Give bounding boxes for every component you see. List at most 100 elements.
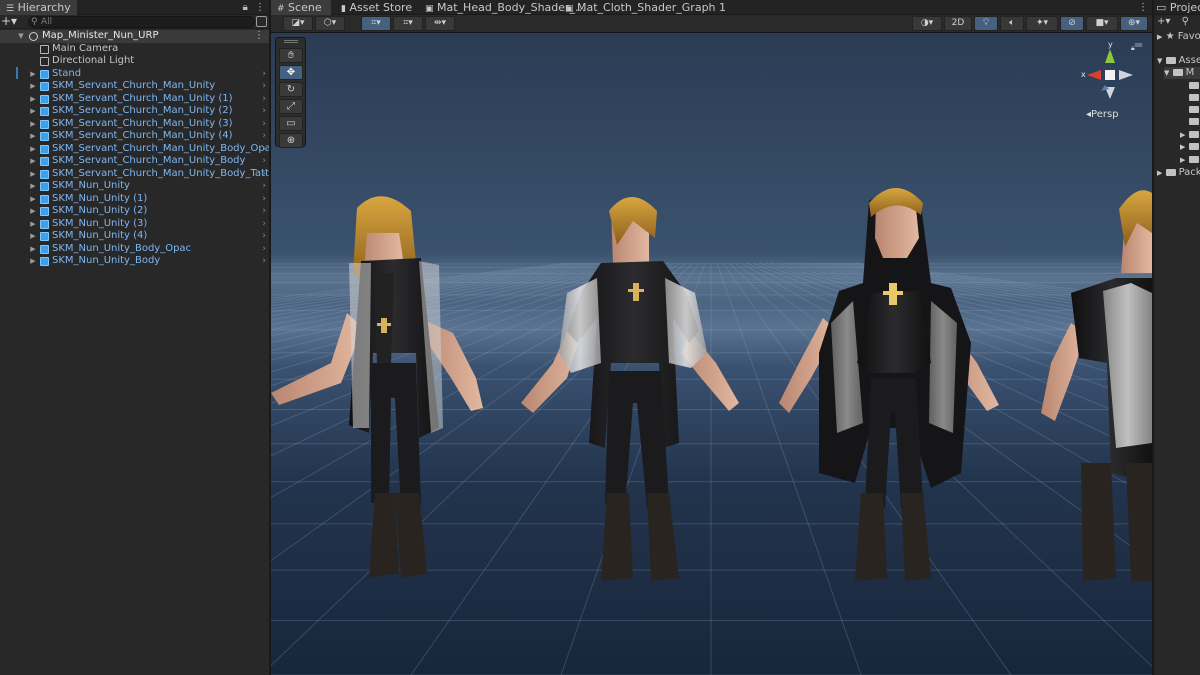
expand-arrow-icon[interactable]: ▶ xyxy=(28,230,38,243)
draw-mode-dropdown[interactable]: ◪▾ xyxy=(283,16,313,31)
open-prefab-chevron-icon[interactable]: › xyxy=(262,168,266,181)
hierarchy-prefab-row[interactable]: ▶ SKM_Nun_Unity (3) › xyxy=(0,218,269,231)
transform-tool-button[interactable]: ⊕ xyxy=(279,133,303,148)
kebab-menu-icon[interactable]: ⋮ xyxy=(1138,2,1148,13)
scene-viewport[interactable]: ✋︎ ✥ ↻ ⤢ ▭ ⊕ ═ y x 🔒︎ ◂Persp xyxy=(271,33,1152,675)
hierarchy-search-input[interactable]: ⚲ All xyxy=(28,16,255,28)
hierarchy-prefab-row[interactable]: ▶ SKM_Nun_Unity_Body › xyxy=(0,255,269,268)
expand-arrow-icon[interactable]: ▶ xyxy=(28,168,38,181)
expand-arrow-icon[interactable]: ▶ xyxy=(28,143,38,156)
open-prefab-chevron-icon[interactable]: › xyxy=(262,230,266,243)
create-dropdown-button[interactable]: +▾ xyxy=(1,15,17,29)
subfolder-row[interactable] xyxy=(1189,92,1200,104)
selected-folder-row[interactable]: ▼ M xyxy=(1164,67,1200,79)
effects-dropdown[interactable]: ✦▾ xyxy=(1026,16,1058,31)
expand-arrow-icon[interactable]: ▶ xyxy=(1157,169,1162,177)
hierarchy-prefab-row[interactable]: ▶ SKM_Nun_Unity (4) › xyxy=(0,230,269,243)
open-prefab-chevron-icon[interactable]: › xyxy=(262,243,266,256)
hierarchy-prefab-row[interactable]: ▶ SKM_Servant_Church_Man_Unity (2) › xyxy=(0,105,269,118)
tab-mat-cloth[interactable]: ▣ Mat_Cloth_Shader_Graph 1 xyxy=(559,0,732,15)
render-mode-dropdown[interactable]: ⬡▾ xyxy=(315,16,345,31)
open-prefab-chevron-icon[interactable]: › xyxy=(262,218,266,231)
expand-arrow-icon[interactable]: ▶ xyxy=(1180,131,1185,139)
projection-toggle[interactable]: ◂Persp xyxy=(1086,109,1119,120)
open-prefab-chevron-icon[interactable]: › xyxy=(262,105,266,118)
mode-2d-toggle[interactable]: 2D xyxy=(944,16,972,31)
character-nun[interactable] xyxy=(779,188,999,581)
hierarchy-prefab-row[interactable]: ▶ SKM_Nun_Unity (1) › xyxy=(0,193,269,206)
scene-menu-icon[interactable]: ⋮ xyxy=(254,30,264,43)
open-prefab-chevron-icon[interactable]: › xyxy=(262,143,266,156)
move-tool-button[interactable]: ✥ xyxy=(279,65,303,80)
expand-arrow-icon[interactable]: ▶ xyxy=(28,243,38,256)
scene-root-row[interactable]: ▼ Map_Minister_Nun_URP ⋮ xyxy=(0,30,269,43)
subfolder-row[interactable]: ▶ xyxy=(1180,141,1200,153)
character-servant-sleeveless[interactable] xyxy=(271,196,483,578)
project-create-button[interactable]: +▾ ⚲ xyxy=(1157,16,1189,28)
expand-arrow-icon[interactable]: ▶ xyxy=(28,130,38,143)
expand-arrow-icon[interactable]: ▶ xyxy=(28,93,38,106)
gizmo-y-cone[interactable] xyxy=(1105,49,1115,63)
expand-arrow-icon[interactable]: ▶ xyxy=(28,80,38,93)
expand-arrow-icon[interactable]: ▶ xyxy=(1180,143,1185,151)
open-prefab-chevron-icon[interactable]: › xyxy=(262,93,266,106)
hierarchy-prefab-row[interactable]: ▶ Stand › xyxy=(0,68,269,81)
open-prefab-chevron-icon[interactable]: › xyxy=(262,80,266,93)
expand-arrow-icon[interactable]: ▶ xyxy=(28,193,38,206)
orientation-dropdown[interactable]: ⇹▾ xyxy=(425,16,455,31)
subfolder-row[interactable] xyxy=(1189,116,1200,128)
hierarchy-prefab-row[interactable]: ▶ SKM_Servant_Church_Man_Unity_Body › xyxy=(0,155,269,168)
tab-asset-store[interactable]: ▮ Asset Store xyxy=(335,0,418,15)
expand-arrow-icon[interactable]: ▼ xyxy=(1164,69,1169,77)
hierarchy-prefab-row[interactable]: ▶ SKM_Nun_Unity › xyxy=(0,180,269,193)
hierarchy-prefab-row[interactable]: ▶ SKM_Nun_Unity_Body_Opac › xyxy=(0,243,269,256)
hand-tool-button[interactable]: ✋︎ xyxy=(279,48,303,63)
tab-hierarchy[interactable]: ☰ Hierarchy xyxy=(0,0,77,15)
packages-row[interactable]: ▶ Pack xyxy=(1157,167,1200,179)
expand-arrow-icon[interactable]: ▶ xyxy=(1180,156,1185,164)
scale-tool-button[interactable]: ⤢ xyxy=(279,99,303,114)
hierarchy-prefab-row[interactable]: ▶ SKM_Servant_Church_Man_Unity_Body_Tatto… xyxy=(0,168,269,181)
lighting-toggle[interactable]: 💡︎ xyxy=(974,16,998,31)
rect-tool-button[interactable]: ▭ xyxy=(279,116,303,131)
hierarchy-prefab-row[interactable]: ▶ SKM_Servant_Church_Man_Unity (4) › xyxy=(0,130,269,143)
expand-arrow-icon[interactable]: ▶ xyxy=(28,205,38,218)
gizmo-neg-x-cone[interactable] xyxy=(1119,70,1133,80)
hierarchy-prefab-row[interactable]: ▶ SKM_Servant_Church_Man_Unity (3) › xyxy=(0,118,269,131)
subfolder-row[interactable] xyxy=(1189,80,1200,92)
search-options-icon[interactable] xyxy=(256,16,267,27)
open-prefab-chevron-icon[interactable]: › xyxy=(262,155,266,168)
hierarchy-prefab-row[interactable]: ▶ SKM_Servant_Church_Man_Unity_Body_Opac › xyxy=(0,143,269,156)
open-prefab-chevron-icon[interactable]: › xyxy=(262,118,266,131)
expand-arrow-icon[interactable]: ▶ xyxy=(1157,33,1162,41)
expand-arrow-icon[interactable]: ▶ xyxy=(28,180,38,193)
rotate-tool-button[interactable]: ↻ xyxy=(279,82,303,97)
gizmo-x-cone[interactable] xyxy=(1087,70,1101,80)
grid-snap-toggle[interactable]: ⌗▾ xyxy=(361,16,391,31)
lock-icon[interactable]: 🔒︎ xyxy=(242,2,247,13)
subfolder-row[interactable]: ▶ xyxy=(1180,129,1200,141)
expand-arrow-icon[interactable]: ▶ xyxy=(28,218,38,231)
palette-grip-icon[interactable] xyxy=(284,40,298,43)
expand-arrow-icon[interactable]: ▼ xyxy=(1157,57,1162,65)
expand-arrow-icon[interactable]: ▶ xyxy=(28,68,38,81)
scene-orientation-gizmo[interactable]: y x 🔒︎ xyxy=(1079,41,1141,111)
character-servant-tabard[interactable] xyxy=(1041,190,1152,581)
gizmo-lock-icon[interactable]: 🔒︎ xyxy=(1131,44,1135,52)
tab-project[interactable]: ▭ Project xyxy=(1154,0,1200,15)
expand-arrow-icon[interactable]: ▶ xyxy=(28,155,38,168)
gizmo-center-cube[interactable] xyxy=(1105,70,1115,80)
subfolder-row[interactable] xyxy=(1189,104,1200,116)
open-prefab-chevron-icon[interactable]: › xyxy=(262,130,266,143)
expand-arrow-icon[interactable]: ▶ xyxy=(28,105,38,118)
hierarchy-prefab-row[interactable]: ▶ SKM_Servant_Church_Man_Unity › xyxy=(0,80,269,93)
tab-scene[interactable]: # Scene xyxy=(271,0,331,15)
expand-arrow-icon[interactable]: ▼ xyxy=(16,30,26,43)
audio-toggle[interactable]: 🔈︎ xyxy=(1000,16,1024,31)
shading-dropdown[interactable]: ◑▾ xyxy=(912,16,942,31)
hierarchy-prefab-row[interactable]: ▶ SKM_Nun_Unity (2) › xyxy=(0,205,269,218)
hidden-objects-toggle[interactable]: ⊘ xyxy=(1060,16,1084,31)
kebab-menu-icon[interactable]: ⋮ xyxy=(255,2,265,13)
character-servant-coat[interactable] xyxy=(521,197,739,581)
open-prefab-chevron-icon[interactable]: › xyxy=(262,205,266,218)
